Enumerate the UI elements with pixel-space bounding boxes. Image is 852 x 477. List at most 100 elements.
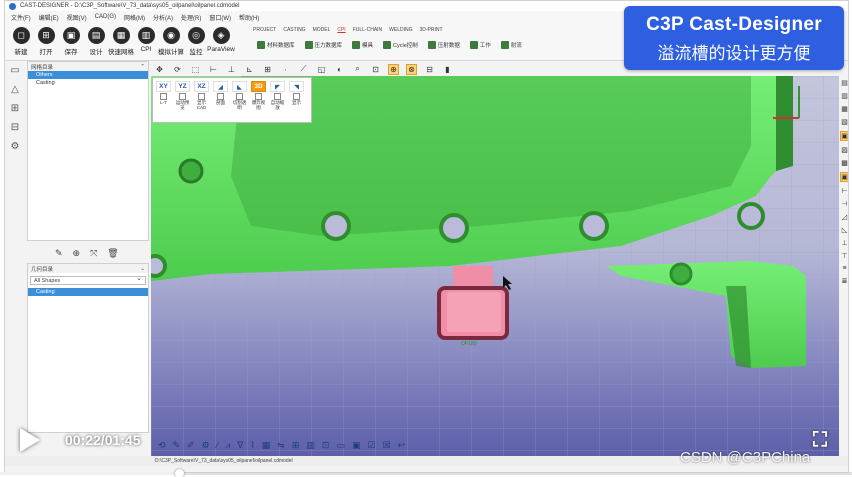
monitor-button[interactable]: ◎ 监控	[186, 27, 206, 56]
checkbox[interactable]	[194, 93, 209, 99]
view-options-icon[interactable]: ⊗	[406, 63, 417, 75]
line-icon[interactable]: ∕	[217, 440, 219, 450]
layer-icon[interactable]: ▤	[841, 79, 848, 87]
layout-icon[interactable]: ⊟	[11, 122, 19, 133]
undo-icon[interactable]: ⟲	[158, 440, 166, 451]
add-icon[interactable]: ⊕	[73, 248, 81, 259]
tab-cpi[interactable]: CPI	[337, 27, 345, 33]
layer-icon[interactable]: ▦	[841, 105, 848, 113]
view-yz-button[interactable]: YZ	[175, 81, 190, 92]
step-icon[interactable]: ⊥	[841, 239, 847, 247]
ribbon-item-work[interactable]: 工作	[469, 41, 491, 49]
menu-help[interactable]: 帮助(H)	[239, 13, 259, 22]
render-icon[interactable]: ◐	[334, 64, 345, 75]
ribbon-item-die[interactable]: 模具	[352, 41, 373, 49]
highlight-tool-icon[interactable]: ▣	[840, 131, 848, 141]
view-iso4-button[interactable]: ◥	[289, 81, 304, 92]
tab-welding[interactable]: WELDING	[389, 27, 412, 33]
tab-casting[interactable]: CASTING	[283, 27, 305, 33]
view-3d-button[interactable]: 3D	[251, 81, 266, 92]
collapse-icon[interactable]: ⌃	[140, 64, 145, 70]
menu-cad[interactable]: CAD(G)	[95, 14, 116, 20]
tree-item-casting[interactable]: Casting	[28, 79, 148, 87]
stack-icon[interactable]: ≡	[842, 265, 846, 272]
document-icon[interactable]: ▭	[10, 65, 19, 76]
3d-viewport[interactable]: OF1(6)	[151, 76, 839, 462]
tree-item-others[interactable]: Others	[28, 71, 148, 79]
checkbox[interactable]	[289, 93, 304, 99]
cpi-button[interactable]: ▥ CPI	[136, 27, 156, 56]
menu-process[interactable]: 处理(R)	[181, 13, 201, 22]
lock-icon[interactable]: ⊡	[322, 440, 330, 451]
save-button[interactable]: ▣ 保存	[61, 27, 81, 56]
checkbox[interactable]	[251, 93, 266, 99]
ruler-icon[interactable]: ⊢	[841, 187, 847, 195]
edit-icon[interactable]: ✎	[55, 248, 63, 259]
tab-model[interactable]: MODEL	[313, 27, 331, 33]
menu-analysis[interactable]: 分析(A)	[153, 13, 173, 22]
new-button[interactable]: ◻ 新建	[11, 27, 31, 56]
tab-project[interactable]: PROJECT	[253, 27, 276, 33]
slope-icon[interactable]: ◿	[842, 213, 847, 221]
checkbox[interactable]	[232, 93, 247, 99]
menu-mesh[interactable]: 网格(M)	[124, 13, 145, 22]
menu-edit[interactable]: 编辑(E)	[39, 13, 59, 22]
pencil-icon[interactable]: ✎	[173, 440, 181, 451]
mesh-grid-icon[interactable]: ⊞	[11, 103, 19, 114]
snap-icon[interactable]: ⊥	[226, 64, 237, 75]
highlight-tool-icon[interactable]: ▣	[840, 172, 848, 182]
split-icon[interactable]: ⤧	[90, 248, 97, 259]
select-icon[interactable]: ⬚	[190, 64, 201, 75]
ribbon-item-shot-data[interactable]: 压射数据	[427, 41, 460, 49]
face-icon[interactable]: ◱	[316, 64, 327, 75]
align-icon[interactable]: ⊢	[208, 64, 219, 75]
layer-icon[interactable]: ▨	[841, 146, 848, 154]
zoom-fit-icon[interactable]: ⊕	[388, 63, 399, 75]
view-xy-button[interactable]: XY	[156, 81, 171, 92]
settings-icon[interactable]: ⚙	[11, 141, 20, 152]
return-icon[interactable]: ↩	[398, 440, 406, 451]
gear-icon[interactable]: ⚙	[202, 440, 210, 451]
menu-window[interactable]: 窗口(W)	[209, 13, 231, 22]
ribbon-item-jet[interactable]: 射流	[500, 41, 522, 49]
layer-icon[interactable]: ▩	[841, 159, 848, 167]
clip-icon[interactable]: ⊟	[424, 64, 435, 75]
edge-icon[interactable]: ⟋	[298, 64, 309, 75]
check-icon[interactable]: ☑	[367, 440, 375, 451]
zoom-box-icon[interactable]: ⊡	[370, 64, 381, 75]
rotate-icon[interactable]: ⟳	[172, 64, 183, 75]
transfer-icon[interactable]: ⇋	[277, 440, 285, 451]
geometry-icon[interactable]: △	[11, 84, 19, 95]
ruler-icon[interactable]: ⊣	[841, 200, 847, 208]
step-icon[interactable]: ⊤	[841, 252, 847, 260]
shape-filter-select[interactable]: All Shapes	[30, 275, 146, 285]
move-icon[interactable]: ✥	[154, 64, 165, 75]
view-iso1-button[interactable]: ◢	[213, 81, 228, 92]
save-icon[interactable]: ▣	[352, 440, 361, 451]
grid-icon[interactable]: ⊞	[292, 440, 300, 451]
design-button[interactable]: ▤ 设计	[86, 27, 106, 56]
video-progress-bar[interactable]	[0, 469, 852, 477]
brush-icon[interactable]: ✐	[187, 440, 195, 451]
layer-icon[interactable]: ▥	[841, 92, 848, 100]
simulate-button[interactable]: ◉ 模拟计算	[158, 27, 184, 56]
view-xz-button[interactable]: XZ	[194, 81, 209, 92]
open-button[interactable]: ⊞ 打开	[36, 27, 56, 56]
point-icon[interactable]: ∙	[280, 64, 291, 75]
grid-icon[interactable]: ⊞	[262, 64, 273, 75]
fullscreen-icon[interactable]: ⛶	[808, 428, 832, 452]
ribbon-item-material-db[interactable]: 材料数据库	[257, 41, 295, 49]
color-icon[interactable]: ▮	[442, 64, 453, 75]
tab-full-chain[interactable]: FULL-CHAIN	[353, 27, 382, 33]
view-iso3-button[interactable]: ◤	[270, 81, 285, 92]
progress-knob[interactable]	[174, 469, 184, 477]
menu-view[interactable]: 视图(V)	[67, 13, 87, 22]
stack-icon[interactable]: ≣	[842, 277, 848, 285]
slope-icon[interactable]: ◺	[842, 226, 847, 234]
quick-mesh-button[interactable]: ▦ 快速网格	[108, 27, 134, 56]
ribbon-item-pressure-db[interactable]: 压力数据库	[304, 41, 342, 49]
checkbox[interactable]	[156, 93, 171, 99]
view-iso2-button[interactable]: ◣	[232, 81, 247, 92]
zigzag-icon[interactable]: ⩘	[225, 440, 230, 451]
folder-icon[interactable]: ▭	[336, 440, 345, 451]
